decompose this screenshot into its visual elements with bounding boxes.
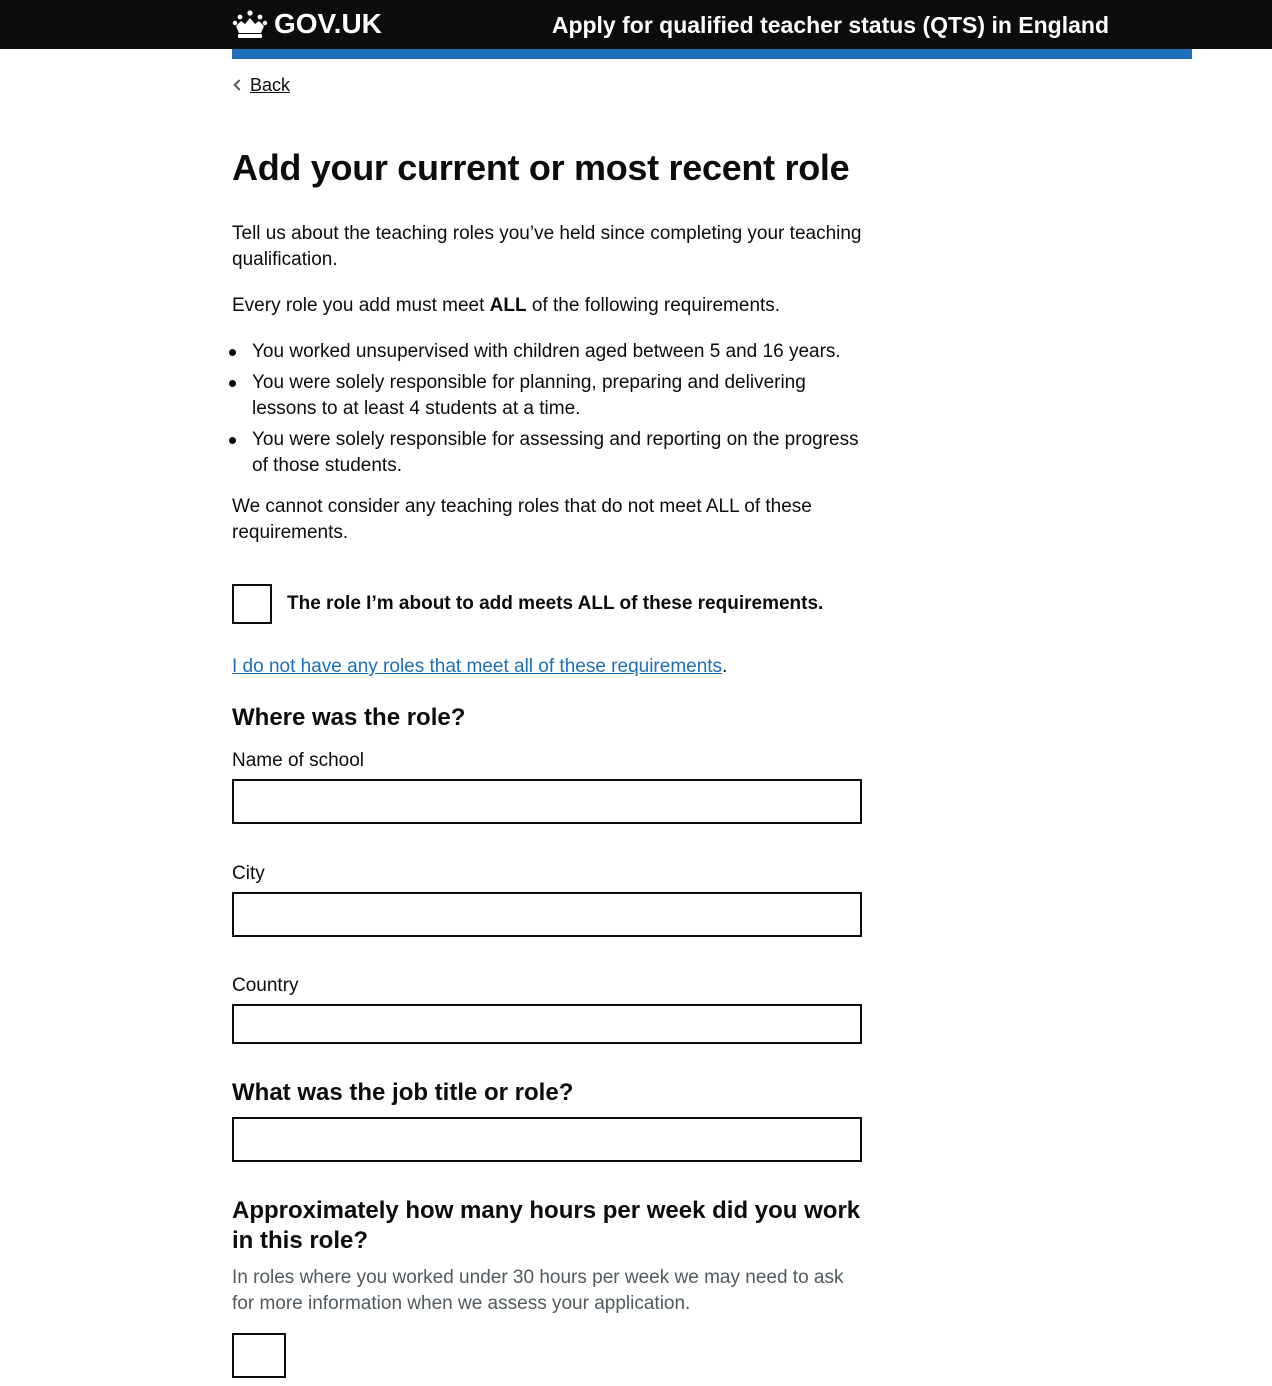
requirement-text: You worked unsupervised with children ag…: [252, 341, 841, 362]
school-field-group: Name of school: [232, 748, 862, 824]
bullet-icon: [229, 349, 236, 356]
requirement-item: You worked unsupervised with children ag…: [229, 339, 862, 365]
requirements-checkbox-label[interactable]: The role I’m about to add meets ALL of t…: [287, 591, 823, 617]
header-accent-bar: [232, 49, 1192, 59]
requirements-intro: Every role you add must meet ALL of the …: [232, 293, 862, 319]
where-heading: Where was the role?: [232, 704, 466, 731]
hours-input[interactable]: [232, 1333, 286, 1378]
main-content: Add your current or most recent role Tel…: [229, 145, 862, 1378]
requirements-checkbox[interactable]: [232, 584, 272, 624]
school-input[interactable]: [232, 779, 862, 824]
country-field-group: Country: [232, 973, 862, 1044]
requirement-text: You were solely responsible for assessin…: [252, 429, 859, 476]
job-title-input[interactable]: [232, 1117, 862, 1162]
no-roles-row: I do not have any roles that meet all of…: [232, 654, 862, 680]
job-title-field-group: [232, 1117, 862, 1162]
logo-text: GOV.UK: [274, 8, 382, 39]
requirement-item: You were solely responsible for assessin…: [229, 427, 862, 479]
requirements-warning: We cannot consider any teaching roles th…: [232, 496, 812, 543]
requirement-text: You were solely responsible for planning…: [252, 372, 806, 419]
requirements-intro-bold: ALL: [489, 295, 527, 316]
city-label: City: [232, 863, 265, 884]
country-input[interactable]: [232, 1004, 862, 1044]
country-label: Country: [232, 975, 299, 996]
no-roles-link[interactable]: I do not have any roles that meet all of…: [232, 656, 722, 677]
requirement-item: You were solely responsible for planning…: [229, 370, 862, 422]
requirements-intro-end: of the following requirements.: [526, 295, 781, 316]
govuk-logo-link[interactable]: GOV.UK: [232, 7, 382, 41]
requirements-checkbox-row[interactable]: The role I’m about to add meets ALL of t…: [232, 584, 862, 624]
chevron-left-icon: [233, 79, 245, 91]
city-field-group: City: [232, 861, 862, 937]
job-title-heading: What was the job title or role?: [232, 1079, 574, 1106]
header-container: GOV.UK Apply for qualified teacher statu…: [232, 0, 1192, 49]
bullet-icon: [229, 380, 236, 387]
service-name-link[interactable]: Apply for qualified teacher status (QTS)…: [552, 10, 1109, 40]
requirements-list: You worked unsupervised with children ag…: [229, 339, 862, 479]
crown-icon: [232, 10, 268, 38]
requirements-intro-start: Every role you add must meet: [232, 295, 490, 316]
hours-heading: Approximately how many hours per week di…: [232, 1197, 861, 1254]
hours-hint: In roles where you worked under 30 hours…: [232, 1267, 844, 1314]
intro-text: Tell us about the teaching roles you’ve …: [232, 223, 862, 270]
school-label: Name of school: [232, 750, 365, 771]
site-header: GOV.UK Apply for qualified teacher statu…: [0, 0, 1272, 49]
city-input[interactable]: [232, 892, 862, 937]
page-title: Add your current or most recent role: [232, 147, 850, 188]
back-link[interactable]: Back: [232, 73, 290, 97]
back-link-label: Back: [250, 75, 291, 95]
no-roles-suffix: .: [722, 656, 728, 677]
bullet-icon: [229, 437, 236, 444]
